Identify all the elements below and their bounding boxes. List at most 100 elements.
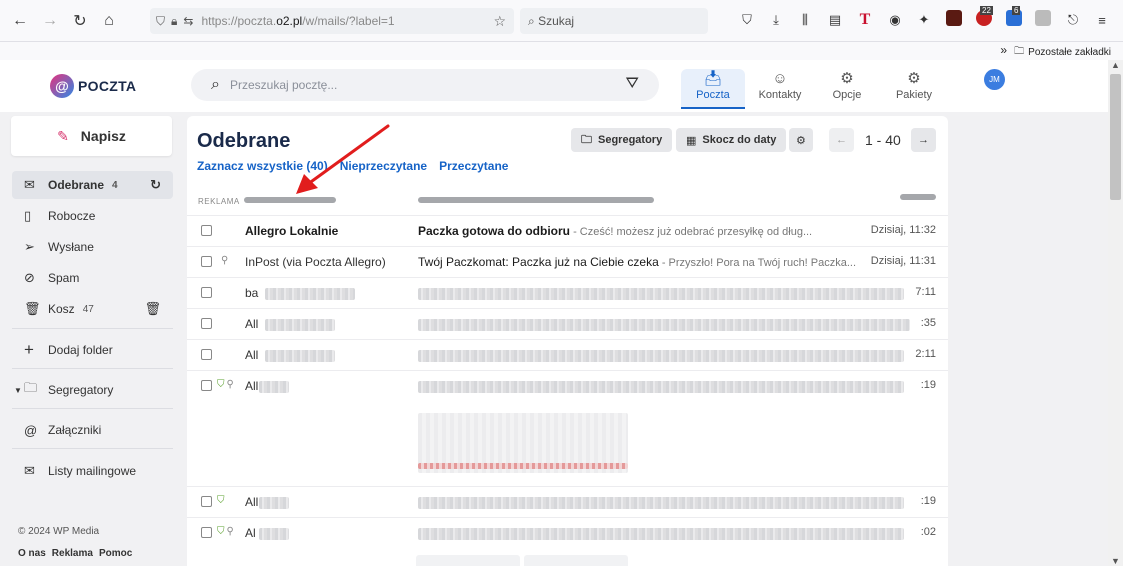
- sidebar-item-spam[interactable]: ⊘ Spam: [12, 264, 173, 292]
- empty-trash-icon[interactable]: 🗑︎: [144, 301, 161, 317]
- message-row[interactable]: ⛉ All :19: [187, 486, 948, 517]
- lock-icon: 🔒︎: [171, 13, 178, 28]
- tab-pakiety[interactable]: ⚙ Pakiety: [882, 69, 946, 109]
- row-checkbox[interactable]: [201, 380, 212, 391]
- search-icon: ⌕: [211, 76, 220, 93]
- row-checkbox[interactable]: [201, 349, 212, 360]
- browser-search[interactable]: ⌕ Szukaj: [520, 8, 708, 34]
- scrollbar-thumb[interactable]: [1110, 74, 1121, 200]
- jump-to-date-label: Skocz do daty: [702, 134, 777, 146]
- row-checkbox[interactable]: [201, 287, 212, 298]
- read-filter-link[interactable]: Przeczytane: [439, 159, 508, 173]
- redacted-text: [418, 288, 904, 300]
- sidebar-item-wyslane[interactable]: ➢ Wysłane: [12, 233, 173, 261]
- home-icon[interactable]: ⌂: [97, 9, 121, 33]
- message-subject: Twój Paczkomat: Paczka już na Ciebie cze…: [418, 255, 857, 269]
- scroll-up-icon[interactable]: ▲: [1111, 60, 1120, 70]
- message-row[interactable]: All 2:11: [187, 339, 948, 370]
- copyright: © 2024 WP Media: [18, 526, 100, 537]
- binder-icon: 🗀: [24, 380, 38, 395]
- message-row[interactable]: ⛉ ⚲ Al :02: [187, 517, 948, 566]
- extension-grey-icon[interactable]: [1035, 10, 1051, 26]
- attachment-card[interactable]: [524, 555, 628, 566]
- footer-link-about[interactable]: O nas: [18, 548, 46, 559]
- sidebar-item-label: Spam: [48, 271, 80, 285]
- message-row[interactable]: ⚲ InPost (via Poczta Allegro) Twój Paczk…: [187, 246, 948, 277]
- scroll-down-icon[interactable]: ▼: [1111, 556, 1120, 566]
- sidebar-item-label: Listy mailingowe: [48, 464, 137, 478]
- page-scrollbar[interactable]: ▲ ▼: [1108, 60, 1123, 566]
- sidebar-add-folder[interactable]: + Dodaj folder: [12, 336, 173, 364]
- unread-filter-link[interactable]: Nieprzeczytane: [340, 159, 427, 173]
- status-icons: ⛉ ⚲: [217, 379, 234, 390]
- menu-icon[interactable]: ≡: [1093, 11, 1111, 29]
- mail-search-input[interactable]: [229, 78, 600, 92]
- tab-kontakty[interactable]: ☺ Kontakty: [748, 69, 812, 109]
- row-checkbox[interactable]: [201, 318, 212, 329]
- download-icon[interactable]: ⤓: [767, 11, 785, 29]
- logo[interactable]: @ POCZTA: [50, 74, 136, 98]
- refresh-icon[interactable]: ↻: [150, 177, 161, 193]
- message-row-expanded[interactable]: ⛉ ⚲ All :19: [187, 370, 948, 486]
- footer-link-help[interactable]: Pomoc: [99, 548, 132, 559]
- extension-dark-icon[interactable]: [946, 10, 962, 26]
- binders-label: Segregatory: [598, 134, 663, 146]
- sidebar-divider: [12, 408, 173, 409]
- sidebar-icon[interactable]: ▤: [826, 11, 844, 29]
- row-checkbox[interactable]: [201, 225, 212, 236]
- footer-link-ads[interactable]: Reklama: [52, 548, 93, 559]
- chevron-right-icon[interactable]: »: [1000, 43, 1007, 57]
- avatar[interactable]: JM: [984, 69, 1005, 90]
- prev-page-button[interactable]: ←: [829, 128, 854, 152]
- reload-icon[interactable]: ↻: [68, 9, 92, 33]
- message-date: :35: [920, 317, 936, 329]
- spam-icon: ⊘: [24, 270, 35, 285]
- account-icon[interactable]: ◉: [886, 11, 904, 29]
- row-checkbox[interactable]: [201, 527, 212, 538]
- bookmarks-folder-label: Pozostałe zakładki: [1028, 47, 1111, 58]
- sidebar-item-label: Wysłane: [48, 240, 94, 254]
- filter-icon[interactable]: ⛛: [626, 75, 639, 93]
- pocket-icon[interactable]: ⛉: [738, 11, 756, 29]
- row-checkbox[interactable]: [201, 256, 212, 267]
- logo-text: POCZTA: [78, 78, 137, 94]
- sidebar-divider: [12, 328, 173, 329]
- message-row[interactable]: ba 7:11: [187, 277, 948, 308]
- calendar-icon: ▦: [686, 134, 697, 147]
- forward-icon[interactable]: →: [38, 9, 62, 33]
- library-icon[interactable]: ⫼: [796, 11, 814, 29]
- compose-button[interactable]: ✎ Napisz: [11, 116, 172, 156]
- bookmarks-folder[interactable]: 🗀 Pozostałe zakładki: [1014, 44, 1111, 61]
- contacts-icon: ☺: [772, 70, 788, 87]
- jump-to-date-button[interactable]: ▦ Skocz do daty: [676, 128, 787, 152]
- message-row[interactable]: Allegro Lokalnie Paczka gotowa do odbior…: [187, 215, 948, 246]
- address-bar[interactable]: ⛉ 🔒︎ ⇆ https://poczta.o2.pl/w/mails/?lab…: [150, 8, 514, 34]
- message-row[interactable]: All :35: [187, 308, 948, 339]
- sidebar-item-kosz[interactable]: 🗑︎ Kosz 47 🗑︎: [12, 295, 173, 323]
- sidebar-item-listy-mailingowe[interactable]: ✉ Listy mailingowe: [12, 457, 173, 485]
- message-date: Dzisiaj, 11:32: [870, 224, 936, 236]
- caret-down-icon[interactable]: ▼: [14, 386, 22, 395]
- extension-t-icon[interactable]: T: [856, 11, 874, 29]
- tab-opcje[interactable]: ⚙ Opcje: [815, 69, 879, 109]
- bookmark-star-icon[interactable]: ☆: [493, 13, 506, 30]
- sidebar-item-robocze[interactable]: ▯ Robocze: [12, 202, 173, 230]
- share-icon[interactable]: ⎋: [1064, 11, 1082, 29]
- redacted-text: [259, 497, 289, 509]
- select-all-link[interactable]: Zaznacz wszystkie (40): [197, 159, 328, 173]
- extension-icon[interactable]: ✦: [915, 11, 933, 29]
- next-page-button[interactable]: →: [911, 128, 936, 152]
- sidebar-item-zalaczniki[interactable]: @ Załączniki: [12, 416, 173, 444]
- binders-button[interactable]: 🗀 Segregatory: [571, 128, 673, 152]
- back-icon[interactable]: ←: [8, 9, 32, 33]
- sidebar-item-segregatory[interactable]: ▼ 🗀 Segregatory: [12, 376, 173, 404]
- sidebar-item-odebrane[interactable]: ✉ Odebrane 4 ↻: [12, 171, 173, 199]
- draft-icon: ▯: [24, 208, 32, 223]
- sidebar-item-label: Robocze: [48, 209, 96, 223]
- inbox-icon: 📥︎: [703, 70, 723, 87]
- tab-poczta[interactable]: 📥︎ Poczta: [681, 69, 745, 109]
- row-checkbox[interactable]: [201, 496, 212, 507]
- attachment-card[interactable]: [416, 555, 520, 566]
- permissions-icon: ⇆: [183, 14, 194, 28]
- list-settings-button[interactable]: ⚙: [789, 128, 813, 152]
